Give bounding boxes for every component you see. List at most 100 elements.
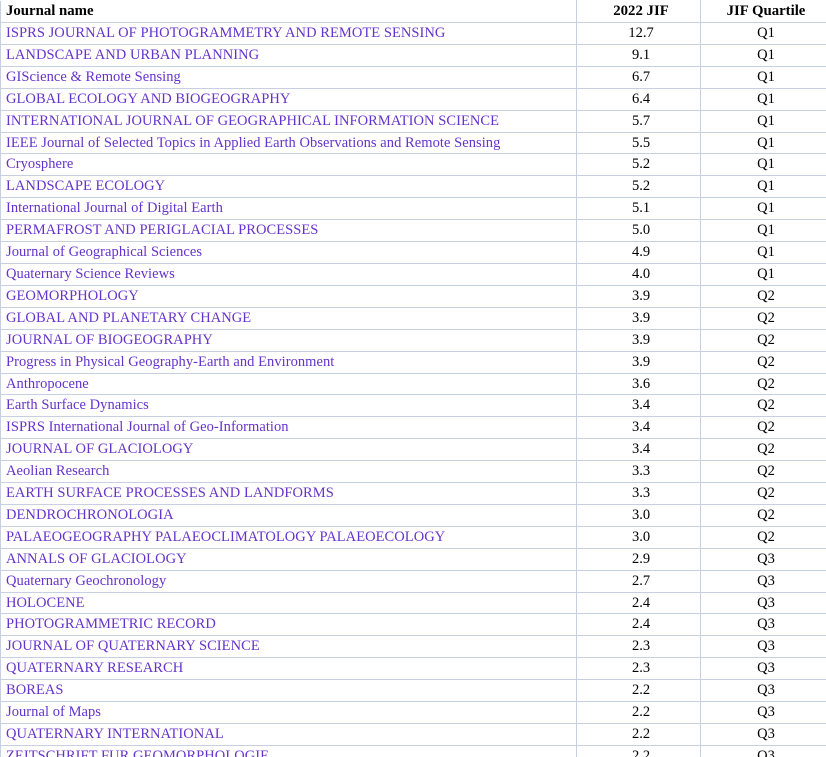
cell-journal-name[interactable]: LANDSCAPE ECOLOGY xyxy=(0,175,577,199)
cell-2022-jif: 2.7 xyxy=(576,569,701,593)
table-row[interactable]: GIScience & Remote Sensing 6.7 Q1 xyxy=(0,65,826,89)
cell-2022-jif: 3.9 xyxy=(576,328,701,352)
table-row[interactable]: QUATERNARY RESEARCH 2.3 Q3 xyxy=(0,657,826,681)
cell-journal-name[interactable]: International Journal of Digital Earth xyxy=(0,197,577,221)
table-row[interactable]: BOREAS 2.2 Q3 xyxy=(0,679,826,703)
cell-jif-quartile: Q2 xyxy=(700,372,826,396)
cell-2022-jif: 2.2 xyxy=(576,701,701,724)
cell-jif-quartile: Q3 xyxy=(700,701,826,724)
table-row[interactable]: LANDSCAPE ECOLOGY 5.2 Q1 xyxy=(0,175,826,199)
cell-journal-name[interactable]: PALAEOGEOGRAPHY PALAEOCLIMATOLOGY PALAEO… xyxy=(0,525,577,549)
cell-jif-quartile: Q2 xyxy=(700,525,826,549)
cell-2022-jif: 5.2 xyxy=(576,175,701,199)
cell-journal-name[interactable]: PERMAFROST AND PERIGLACIAL PROCESSES xyxy=(0,219,577,243)
cell-2022-jif: 5.5 xyxy=(576,131,701,155)
cell-jif-quartile: Q2 xyxy=(700,416,826,440)
cell-journal-name[interactable]: Cryosphere xyxy=(0,153,577,177)
cell-journal-name[interactable]: GLOBAL AND PLANETARY CHANGE xyxy=(0,306,577,330)
cell-journal-name[interactable]: GIScience & Remote Sensing xyxy=(0,65,577,89)
cell-2022-jif: 3.9 xyxy=(576,284,701,308)
table-row[interactable]: GLOBAL ECOLOGY AND BIOGEOGRAPHY 6.4 Q1 xyxy=(0,87,826,111)
column-header-journal-name[interactable]: Journal name xyxy=(0,0,577,23)
table-row[interactable]: GLOBAL AND PLANETARY CHANGE 3.9 Q2 xyxy=(0,306,826,330)
table-row[interactable]: Earth Surface Dynamics 3.4 Q2 xyxy=(0,394,826,418)
table-row[interactable]: International Journal of Digital Earth 5.… xyxy=(0,197,826,221)
cell-journal-name[interactable]: QUATERNARY RESEARCH xyxy=(0,657,577,681)
table-row[interactable]: PHOTOGRAMMETRIC RECORD 2.4 Q3 xyxy=(0,613,826,637)
cell-2022-jif: 2.9 xyxy=(576,547,701,571)
table-row[interactable]: HOLOCENE 2.4 Q3 xyxy=(0,591,826,615)
cell-journal-name[interactable]: Aeolian Research xyxy=(0,460,577,484)
cell-2022-jif: 2.2 xyxy=(576,679,701,703)
table-row[interactable]: QUATERNARY INTERNATIONAL 2.2 Q3 xyxy=(0,723,826,746)
table-row[interactable]: Anthropocene 3.6 Q2 xyxy=(0,372,826,396)
table-row[interactable]: PALAEOGEOGRAPHY PALAEOCLIMATOLOGY PALAEO… xyxy=(0,525,826,549)
table-row[interactable]: Quaternary Geochronology 2.7 Q3 xyxy=(0,569,826,593)
cell-2022-jif: 3.0 xyxy=(576,503,701,527)
cell-journal-name[interactable]: DENDROCHRONOLOGIA xyxy=(0,503,577,527)
table-row[interactable]: Journal of Maps 2.2 Q3 xyxy=(0,701,826,724)
cell-journal-name[interactable]: IEEE Journal of Selected Topics in Appli… xyxy=(0,131,577,155)
cell-journal-name[interactable]: HOLOCENE xyxy=(0,591,577,615)
cell-jif-quartile: Q3 xyxy=(700,744,826,757)
cell-jif-quartile: Q2 xyxy=(700,482,826,505)
cell-journal-name[interactable]: Quaternary Science Reviews xyxy=(0,262,577,286)
table-row[interactable]: Aeolian Research 3.3 Q2 xyxy=(0,460,826,484)
cell-journal-name[interactable]: LANDSCAPE AND URBAN PLANNING xyxy=(0,43,577,67)
cell-journal-name[interactable]: INTERNATIONAL JOURNAL OF GEOGRAPHICAL IN… xyxy=(0,109,577,133)
cell-2022-jif: 5.2 xyxy=(576,153,701,177)
cell-jif-quartile: Q2 xyxy=(700,306,826,330)
cell-journal-name[interactable]: JOURNAL OF QUATERNARY SCIENCE xyxy=(0,635,577,659)
table-row[interactable]: DENDROCHRONOLOGIA 3.0 Q2 xyxy=(0,503,826,527)
cell-2022-jif: 5.1 xyxy=(576,197,701,221)
cell-jif-quartile: Q2 xyxy=(700,350,826,374)
cell-journal-name[interactable]: BOREAS xyxy=(0,679,577,703)
cell-journal-name[interactable]: GLOBAL ECOLOGY AND BIOGEOGRAPHY xyxy=(0,87,577,111)
cell-journal-name[interactable]: Journal of Geographical Sciences xyxy=(0,241,577,264)
table-row[interactable]: ZEITSCHRIFT FUR GEOMORPHOLOGIE 2.2 Q3 xyxy=(0,744,826,757)
table-row[interactable]: Cryosphere 5.2 Q1 xyxy=(0,153,826,177)
cell-journal-name[interactable]: Progress in Physical Geography-Earth and… xyxy=(0,350,577,374)
cell-jif-quartile: Q1 xyxy=(700,153,826,177)
table-row[interactable]: ANNALS OF GLACIOLOGY 2.9 Q3 xyxy=(0,547,826,571)
cell-journal-name[interactable]: Earth Surface Dynamics xyxy=(0,394,577,418)
cell-journal-name[interactable]: Anthropocene xyxy=(0,372,577,396)
cell-jif-quartile: Q1 xyxy=(700,43,826,67)
column-header-2022-jif[interactable]: 2022 JIF xyxy=(576,0,701,23)
cell-2022-jif: 3.3 xyxy=(576,460,701,484)
table-row[interactable]: Progress in Physical Geography-Earth and… xyxy=(0,350,826,374)
table-row[interactable]: Journal of Geographical Sciences 4.9 Q1 xyxy=(0,241,826,264)
cell-journal-name[interactable]: JOURNAL OF GLACIOLOGY xyxy=(0,438,577,462)
table-row[interactable]: PERMAFROST AND PERIGLACIAL PROCESSES 5.0 Q… xyxy=(0,219,826,243)
cell-2022-jif: 3.9 xyxy=(576,350,701,374)
cell-journal-name[interactable]: ANNALS OF GLACIOLOGY xyxy=(0,547,577,571)
table-row[interactable]: Quaternary Science Reviews 4.0 Q1 xyxy=(0,262,826,286)
cell-journal-name[interactable]: EARTH SURFACE PROCESSES AND LANDFORMS xyxy=(0,482,577,505)
cell-2022-jif: 12.7 xyxy=(576,22,701,45)
cell-journal-name[interactable]: ISPRS JOURNAL OF PHOTOGRAMMETRY AND REMO… xyxy=(0,22,577,45)
cell-2022-jif: 3.9 xyxy=(576,306,701,330)
table-row[interactable]: IEEE Journal of Selected Topics in Appli… xyxy=(0,131,826,155)
table-row[interactable]: JOURNAL OF BIOGEOGRAPHY 3.9 Q2 xyxy=(0,328,826,352)
column-header-jif-quartile[interactable]: JIF Quartile xyxy=(700,0,826,23)
table-row[interactable]: GEOMORPHOLOGY 3.9 Q2 xyxy=(0,284,826,308)
table-row[interactable]: JOURNAL OF GLACIOLOGY 3.4 Q2 xyxy=(0,438,826,462)
table-row[interactable]: INTERNATIONAL JOURNAL OF GEOGRAPHICAL IN… xyxy=(0,109,826,133)
cell-journal-name[interactable]: JOURNAL OF BIOGEOGRAPHY xyxy=(0,328,577,352)
cell-jif-quartile: Q3 xyxy=(700,547,826,571)
cell-jif-quartile: Q2 xyxy=(700,438,826,462)
table-row[interactable]: ISPRS International Journal of Geo-Infor… xyxy=(0,416,826,440)
table-row[interactable]: ISPRS JOURNAL OF PHOTOGRAMMETRY AND REMO… xyxy=(0,22,826,45)
table-row[interactable]: LANDSCAPE AND URBAN PLANNING 9.1 Q1 xyxy=(0,43,826,67)
cell-journal-name[interactable]: ZEITSCHRIFT FUR GEOMORPHOLOGIE xyxy=(0,744,577,757)
cell-journal-name[interactable]: GEOMORPHOLOGY xyxy=(0,284,577,308)
table-row[interactable]: JOURNAL OF QUATERNARY SCIENCE 2.3 Q3 xyxy=(0,635,826,659)
cell-journal-name[interactable]: Quaternary Geochronology xyxy=(0,569,577,593)
cell-journal-name[interactable]: Journal of Maps xyxy=(0,701,577,724)
cell-journal-name[interactable]: PHOTOGRAMMETRIC RECORD xyxy=(0,613,577,637)
cell-2022-jif: 3.0 xyxy=(576,525,701,549)
cell-journal-name[interactable]: QUATERNARY INTERNATIONAL xyxy=(0,723,577,746)
cell-2022-jif: 3.6 xyxy=(576,372,701,396)
table-row[interactable]: EARTH SURFACE PROCESSES AND LANDFORMS 3.3… xyxy=(0,482,826,505)
cell-journal-name[interactable]: ISPRS International Journal of Geo-Infor… xyxy=(0,416,577,440)
